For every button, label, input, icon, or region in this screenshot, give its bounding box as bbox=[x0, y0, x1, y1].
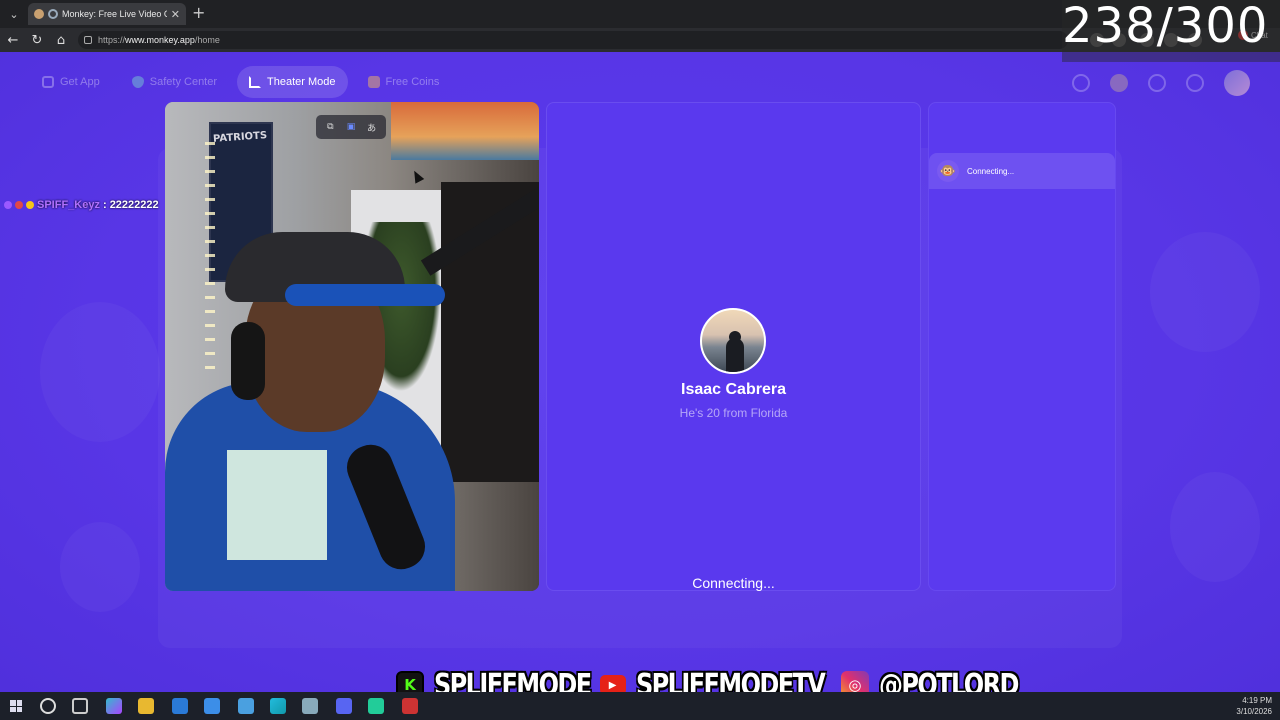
tab-close-icon[interactable]: ✕ bbox=[171, 8, 180, 21]
taskbar: 4:19 PM 3/10/2026 bbox=[0, 692, 1280, 720]
wall-art bbox=[391, 102, 539, 160]
tab-list-button[interactable]: ⌄ bbox=[4, 4, 24, 24]
history-icon[interactable] bbox=[1148, 74, 1166, 92]
coin-icon[interactable] bbox=[1110, 74, 1128, 92]
clock-time: 4:19 PM bbox=[1242, 696, 1272, 705]
badge-icon bbox=[4, 201, 12, 209]
task-view-icon[interactable] bbox=[72, 698, 88, 714]
taskbar-search-icon[interactable] bbox=[40, 698, 56, 714]
chat-username: SPIFF_Keyz bbox=[37, 199, 100, 211]
nav-free-coins[interactable]: Free Coins bbox=[356, 66, 452, 98]
nav-label: Free Coins bbox=[385, 76, 440, 88]
nav-safety-center[interactable]: Safety Center bbox=[120, 66, 229, 98]
local-video: PATRIOTS bbox=[165, 102, 539, 591]
store-icon[interactable] bbox=[204, 698, 220, 714]
chat-message-text: : 22222222 bbox=[102, 199, 159, 211]
match-avatar bbox=[700, 308, 766, 374]
match-subtitle: He's 20 from Florida bbox=[679, 406, 788, 420]
screenshot-icon[interactable]: ⧉ bbox=[323, 120, 337, 134]
chat-bubble-icon[interactable] bbox=[1186, 74, 1204, 92]
url-text: https://www.monkey.app/home bbox=[98, 35, 220, 45]
crown-badge-icon bbox=[26, 201, 34, 209]
top-nav: Get App Safety Center Theater Mode Free … bbox=[30, 66, 451, 98]
sound-icon bbox=[48, 9, 58, 19]
reload-icon[interactable]: ↻ bbox=[28, 31, 46, 49]
new-tab-button[interactable]: + bbox=[192, 3, 205, 22]
search-icon[interactable] bbox=[1072, 74, 1090, 92]
edge-icon[interactable] bbox=[270, 698, 286, 714]
taskbar-clock[interactable]: 4:19 PM 3/10/2026 bbox=[1236, 695, 1272, 717]
app-icon[interactable] bbox=[302, 698, 318, 714]
video-toolbar: ⧉ ▣ あ bbox=[316, 115, 386, 139]
chat-status-row: 🐵 Connecting... bbox=[929, 153, 1115, 189]
expand-icon bbox=[249, 76, 262, 88]
monkey-favicon-icon bbox=[34, 9, 44, 19]
nav-label: Get App bbox=[60, 76, 100, 88]
camera-icon[interactable]: ▣ bbox=[344, 120, 358, 134]
chat-status-text: Connecting... bbox=[967, 166, 1015, 176]
nav-label: Theater Mode bbox=[267, 76, 336, 88]
nav-get-app[interactable]: Get App bbox=[30, 66, 112, 98]
app-icon[interactable] bbox=[402, 698, 418, 714]
app-icon[interactable] bbox=[368, 698, 384, 714]
browser-tab[interactable]: Monkey: Free Live Video Chat ✕ bbox=[28, 3, 186, 25]
home-icon[interactable]: ⌂ bbox=[52, 31, 70, 49]
outlook-icon[interactable] bbox=[172, 698, 188, 714]
translate-icon[interactable]: あ bbox=[365, 120, 379, 134]
stream-chat-message: SPIFF_Keyz : 22222222 bbox=[4, 198, 159, 212]
phone-icon bbox=[42, 76, 54, 88]
lock-icon bbox=[84, 36, 92, 44]
monkey-icon: 🐵 bbox=[937, 160, 959, 182]
streamer bbox=[165, 232, 465, 591]
connecting-status: Connecting... bbox=[692, 575, 775, 591]
file-explorer-icon[interactable] bbox=[138, 698, 154, 714]
shield-icon bbox=[131, 76, 144, 88]
match-name: Isaac Cabrera bbox=[681, 381, 786, 398]
badge-icon bbox=[15, 201, 23, 209]
top-right-actions bbox=[1072, 70, 1250, 96]
windows-start-icon[interactable] bbox=[10, 700, 22, 712]
url-field[interactable]: https://www.monkey.app/home bbox=[78, 31, 1068, 49]
clock-date: 3/10/2026 bbox=[1236, 707, 1272, 716]
nav-label: Safety Center bbox=[149, 76, 218, 88]
coins-icon bbox=[367, 76, 380, 88]
tab-title: Monkey: Free Live Video Chat bbox=[62, 9, 167, 19]
nav-theater-mode[interactable]: Theater Mode bbox=[237, 66, 348, 98]
app-icon[interactable] bbox=[238, 698, 254, 714]
goal-counter: 238/300 bbox=[1062, 0, 1280, 62]
back-icon[interactable]: ← bbox=[4, 31, 22, 49]
avatar[interactable] bbox=[1224, 70, 1250, 96]
copilot-icon[interactable] bbox=[106, 698, 122, 714]
discord-icon[interactable] bbox=[336, 698, 352, 714]
